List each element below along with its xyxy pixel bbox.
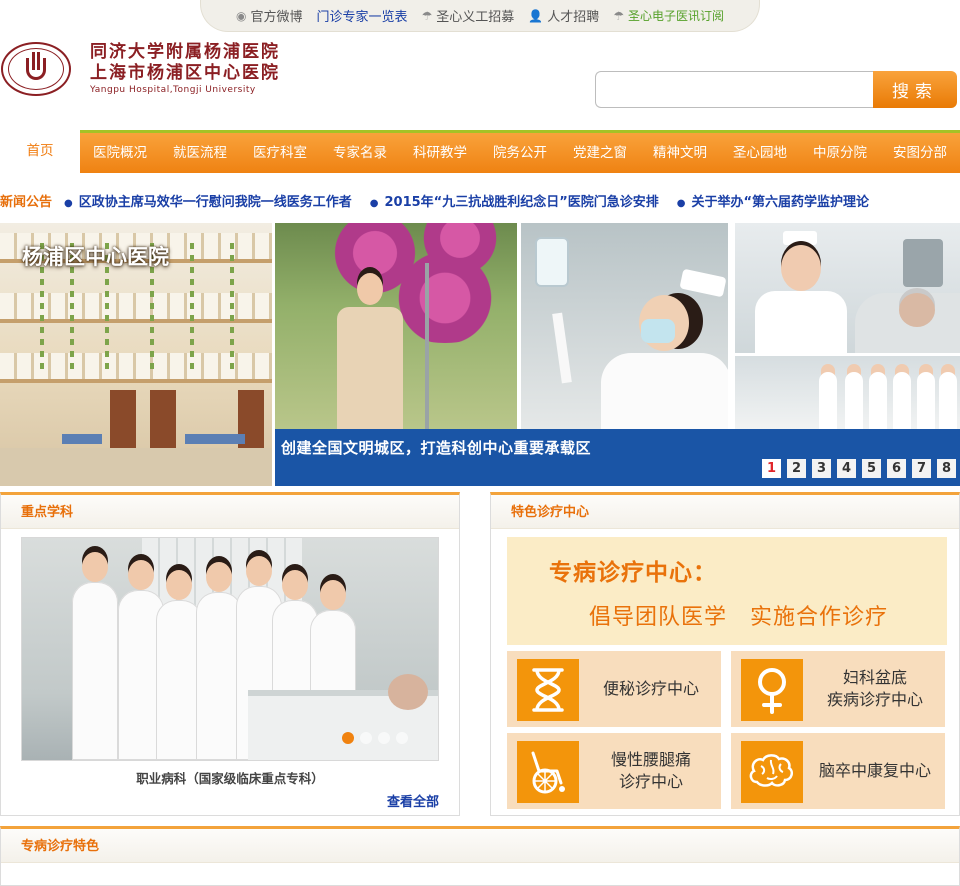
search-box: 搜索 bbox=[595, 71, 957, 108]
doctor-blossom-photo bbox=[275, 223, 517, 429]
center-label: 脑卒中康复中心 bbox=[818, 761, 931, 780]
person-icon: 👤 bbox=[528, 8, 544, 23]
banner-slogan: 倡导团队医学 实施合作诊疗 bbox=[589, 605, 889, 630]
umbrella-icon: ☂ bbox=[613, 8, 624, 23]
center-card-gynecology[interactable]: 妇科盆底 疾病诊疗中心 bbox=[731, 651, 945, 727]
nav-item-departments[interactable]: 医疗科室 bbox=[240, 133, 320, 173]
discipline-caption[interactable]: 职业病科（国家级临床重点专科） bbox=[1, 768, 459, 787]
nav-item-antu[interactable]: 安图分部 bbox=[880, 133, 960, 173]
recruit-link[interactable]: 👤 人才招聘 bbox=[528, 6, 599, 26]
featured-specialties-panel: 专病诊疗特色 bbox=[0, 826, 960, 886]
nav-item-process[interactable]: 就医流程 bbox=[160, 133, 240, 173]
nav-item-garden[interactable]: 圣心园地 bbox=[720, 133, 800, 173]
brain-icon bbox=[741, 741, 803, 803]
slide-page-1[interactable]: 1 bbox=[762, 459, 781, 478]
slide-dots bbox=[342, 732, 408, 744]
weibo-link[interactable]: ◉ 官方微博 bbox=[235, 6, 303, 26]
slide-pager: 1 2 3 4 5 6 7 8 bbox=[762, 459, 956, 478]
view-all-link[interactable]: 查看全部 bbox=[387, 791, 439, 810]
panel-title: 特色诊疗中心 bbox=[491, 495, 959, 529]
slide-page-4[interactable]: 4 bbox=[837, 459, 856, 478]
female-symbol-icon bbox=[741, 659, 803, 721]
panel-title: 重点学科 bbox=[1, 495, 459, 529]
slide-page-3[interactable]: 3 bbox=[812, 459, 831, 478]
nav-item-home[interactable]: 首页 bbox=[0, 130, 80, 173]
slide-dot[interactable] bbox=[342, 732, 354, 744]
slide-caption[interactable]: 创建全国文明城区，打造科创中心重要承载区 bbox=[281, 437, 591, 458]
slide-page-5[interactable]: 5 bbox=[862, 459, 881, 478]
staff-group-photo bbox=[735, 356, 960, 429]
slide-dot[interactable] bbox=[378, 732, 390, 744]
main-nav: 首页 医院概况 就医流程 医疗科室 专家名录 科研教学 院务公开 党建之窗 精神… bbox=[0, 130, 960, 173]
nav-item-overview[interactable]: 医院概况 bbox=[80, 133, 160, 173]
news-item[interactable]: 关于举办“第六届药学监护理论 bbox=[677, 191, 870, 210]
center-card-stroke[interactable]: 脑卒中康复中心 bbox=[731, 733, 945, 809]
hospital-name: 同济大学附属杨浦医院 上海市杨浦区中心医院 Yangpu Hospital,To… bbox=[90, 42, 280, 96]
hero-slider: 杨浦区中心医院 创建全国文明城区，打造科创中心重要承载区 1 2 3 4 5 6 bbox=[0, 223, 960, 486]
hospital-name-line1: 同济大学附属杨浦医院 bbox=[90, 42, 280, 62]
slide-page-2[interactable]: 2 bbox=[787, 459, 806, 478]
center-label: 妇科盆底 疾病诊疗中心 bbox=[826, 668, 923, 709]
news-item[interactable]: 区政协主席马效华一行慰问我院一线医务工作者 bbox=[64, 191, 352, 210]
photo-caption: 杨浦区中心医院 bbox=[22, 245, 169, 269]
slide-caption-bar: 创建全国文明城区，打造科创中心重要承载区 1 2 3 4 5 6 7 8 bbox=[275, 429, 960, 486]
center-card-back-pain[interactable]: 慢性腰腿痛 诊疗中心 bbox=[507, 733, 721, 809]
newsletter-link[interactable]: ☂ 圣心电子医讯订阅 bbox=[613, 7, 724, 24]
special-centers-panel: 特色诊疗中心 专病诊疗中心： 倡导团队医学 实施合作诊疗 便秘诊疗中心 妇科盆底… bbox=[490, 492, 960, 816]
ward-round-photo[interactable] bbox=[21, 537, 439, 761]
expert-schedule-link[interactable]: 门诊专家一览表 bbox=[316, 6, 407, 25]
hourglass-icon bbox=[517, 659, 579, 721]
slide-page-7[interactable]: 7 bbox=[912, 459, 931, 478]
hospital-logo[interactable]: 同济大学附属杨浦医院 上海市杨浦区中心医院 Yangpu Hospital,To… bbox=[0, 40, 300, 98]
center-label: 便秘诊疗中心 bbox=[602, 679, 699, 698]
nav-item-research[interactable]: 科研教学 bbox=[400, 133, 480, 173]
banner-heading: 专病诊疗中心： bbox=[549, 560, 717, 586]
center-card-constipation[interactable]: 便秘诊疗中心 bbox=[507, 651, 721, 727]
volunteer-link[interactable]: ☂ 圣心义工招募 bbox=[421, 6, 514, 26]
weibo-icon: ◉ bbox=[235, 8, 247, 23]
hospital-name-en: Yangpu Hospital,Tongji University bbox=[90, 85, 256, 95]
umbrella-icon: ☂ bbox=[421, 8, 433, 23]
nav-item-zhongyuan[interactable]: 中原分院 bbox=[800, 133, 880, 173]
news-label: 新闻公告 bbox=[0, 194, 53, 210]
center-label: 慢性腰腿痛 诊疗中心 bbox=[610, 750, 691, 791]
news-ticker: 新闻公告 区政协主席马效华一行慰问我院一线医务工作者 2015年“九三抗战胜利纪… bbox=[0, 188, 960, 212]
news-item[interactable]: 2015年“九三抗战胜利纪念日”医院门急诊安排 bbox=[370, 191, 659, 210]
nav-item-party[interactable]: 党建之窗 bbox=[560, 133, 640, 173]
search-button[interactable]: 搜索 bbox=[873, 71, 957, 108]
hospital-name-line2: 上海市杨浦区中心医院 bbox=[90, 63, 280, 83]
top-links-bar: ◉ 官方微博 门诊专家一览表 ☂ 圣心义工招募 👤 人才招聘 ☂ 圣心电子医讯订阅 bbox=[200, 0, 760, 32]
nav-item-civilization[interactable]: 精神文明 bbox=[640, 133, 720, 173]
hospital-seal-icon bbox=[1, 42, 71, 96]
centers-banner[interactable]: 专病诊疗中心： 倡导团队医学 实施合作诊疗 bbox=[507, 537, 947, 645]
hospital-atrium-photo: 杨浦区中心医院 bbox=[0, 223, 272, 486]
nurse-iv-photo bbox=[521, 223, 728, 429]
nurse-patient-photo bbox=[735, 223, 960, 353]
nav-item-experts[interactable]: 专家名录 bbox=[320, 133, 400, 173]
slide-dot[interactable] bbox=[396, 732, 408, 744]
panel-title: 专病诊疗特色 bbox=[1, 829, 959, 863]
slide-page-6[interactable]: 6 bbox=[887, 459, 906, 478]
slide-dot[interactable] bbox=[360, 732, 372, 744]
nav-item-affairs[interactable]: 院务公开 bbox=[480, 133, 560, 173]
search-input[interactable] bbox=[595, 71, 873, 108]
wheelchair-icon bbox=[517, 741, 579, 803]
slide-page-8[interactable]: 8 bbox=[937, 459, 956, 478]
key-disciplines-panel: 重点学科 职业病科（国家级临床重点专科） 查看全部 bbox=[0, 492, 460, 816]
